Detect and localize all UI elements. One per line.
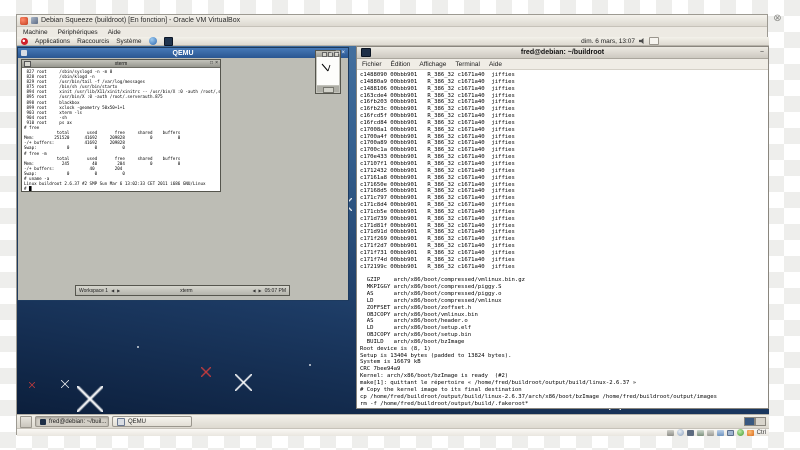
shared-folder-icon[interactable] [716,429,724,436]
gnome-bottom-panel: fred@debian: ~/buil... QEMU [17,414,769,428]
terminal-launcher-icon[interactable] [163,37,173,46]
xterm-menu-icon[interactable] [24,60,31,67]
virtualbox-menubar: Machine Périphériques Aide [17,27,767,37]
xterm-titlebar[interactable]: xterm □ × [22,60,220,68]
maximize-icon[interactable]: □ [210,60,213,67]
star-icon [137,346,139,348]
menu-affichage[interactable]: Affichage [419,61,446,68]
xterm-window: xterm □ × 827 root /sbin/syslogd -n -m 0… [21,59,221,192]
star-icon [29,382,35,388]
taskbar-item-qemu[interactable]: QEMU [112,416,192,427]
focused-window-label[interactable]: xterm [123,288,249,294]
terminal-icon [40,418,46,425]
workspace-cell-active[interactable] [744,417,755,426]
menu-edition[interactable]: Édition [391,61,411,68]
cdrom-icon[interactable] [676,429,684,436]
browser-launcher-icon[interactable] [148,37,157,45]
close-icon[interactable]: × [215,60,218,67]
display-icon[interactable] [726,429,734,436]
close-icon[interactable]: × [341,49,345,57]
xterm-output: 827 root /sbin/syslogd -n -m 0 828 root … [22,68,220,191]
menu-fichier[interactable]: Fichier [362,61,382,68]
terminal-window: fred@debian: ~/buildroot − Fichier Éditi… [356,46,769,409]
xterm-title: xterm [114,60,128,67]
window-close-button[interactable]: ⊗ [772,13,783,24]
star-icon [201,367,211,377]
minimize-icon[interactable]: − [330,49,334,57]
menu-applications[interactable]: Applications [35,38,70,45]
workspace-cell[interactable] [755,417,766,426]
applications-menu-icon[interactable] [21,37,28,45]
qemu-titlebar[interactable]: QEMU − □ × [18,48,348,58]
show-desktop-icon[interactable] [20,415,32,428]
xterm-output-text: 827 root /sbin/syslogd -n -m 0 828 root … [24,69,220,191]
window-title: Debian Squeeze (buildroot) [En fonction]… [41,17,241,24]
terminal-output[interactable]: c1488090 00bbb901 R_386_32 c1671a40 jiff… [357,70,768,408]
virtualization-icon [736,429,744,436]
qemu-window-icon [21,50,27,56]
mouse-integration-icon [746,429,754,436]
usb-icon[interactable] [706,429,714,436]
menu-machine[interactable]: Machine [23,29,48,36]
menu-raccourcis[interactable]: Raccourcis [77,38,109,45]
prev-window-icon[interactable]: ◀ [252,288,255,293]
star-icon [77,386,103,412]
next-window-icon[interactable]: ▶ [259,288,262,293]
workspace-label[interactable]: Workspace 1 [79,288,108,294]
star-icon [235,374,252,391]
gnome-top-panel: Applications Raccourcis Système dim. 6 m… [17,37,769,46]
xclock-resize-grip[interactable] [317,86,339,93]
taskbar-item-label: fred@debian: ~/buil... [49,418,107,425]
virtualbox-app-icon [20,16,28,25]
volume-icon[interactable] [639,38,644,44]
virtualbox-statusbar: Ctrl [17,428,769,436]
guest-screen: Applications Raccourcis Système dim. 6 m… [17,37,769,428]
star-icon [61,380,69,388]
blackbox-toolbar: Workspace 1 ◀ ▶ xterm ◀ ▶ 05:07 PM [75,285,290,296]
virtualbox-window: Debian Squeeze (buildroot) [En fonction]… [16,14,769,436]
menu-aide[interactable]: Aide [108,29,121,36]
floppy-icon[interactable] [686,429,694,436]
toolbar-clock: 05:07 PM [264,287,286,294]
menu-aide[interactable]: Aide [489,61,502,68]
star-icon [309,364,311,366]
network-icon[interactable] [696,429,704,436]
terminal-output-text: c1488090 00bbb901 R_386_32 c1671a40 jiff… [360,72,717,407]
guest-desktop: QEMU − □ × xterm □ × 827 root /sbin/sysl… [17,46,769,414]
menu-terminal[interactable]: Terminal [455,61,480,68]
taskbar-item-terminal[interactable]: fred@debian: ~/buil... [35,416,109,427]
xclock-face [317,57,339,85]
vm-machine-icon [31,17,38,24]
menu-peripheriques[interactable]: Périphériques [58,29,98,36]
clock-hands-icon [321,63,331,72]
maximize-icon[interactable]: □ [336,49,340,57]
panel-clock[interactable]: dim. 6 mars, 13:07 [581,38,635,45]
taskbar-item-label: QEMU [128,418,146,425]
virtualbox-titlebar[interactable]: Debian Squeeze (buildroot) [En fonction]… [17,15,767,27]
qemu-window-title: QEMU [172,49,194,57]
prev-workspace-icon[interactable]: ◀ [111,288,114,293]
terminal-icon [361,48,371,57]
terminal-menubar: Fichier Édition Affichage Terminal Aide [357,59,768,70]
hdd-icon[interactable] [666,429,674,436]
terminal-title: fred@debian: ~/buildroot [520,49,605,56]
terminal-titlebar[interactable]: fred@debian: ~/buildroot − [357,47,768,59]
minimize-icon[interactable]: − [760,48,764,58]
notification-area-icon[interactable] [649,37,659,45]
workspace-switcher[interactable] [744,417,766,426]
qemu-window: QEMU − □ × xterm □ × 827 root /sbin/sysl… [17,47,349,301]
menu-systeme[interactable]: Système [116,38,141,45]
qemu-window-icon [117,417,125,426]
hostkey-label: Ctrl [756,429,766,436]
next-workspace-icon[interactable]: ▶ [117,288,120,293]
